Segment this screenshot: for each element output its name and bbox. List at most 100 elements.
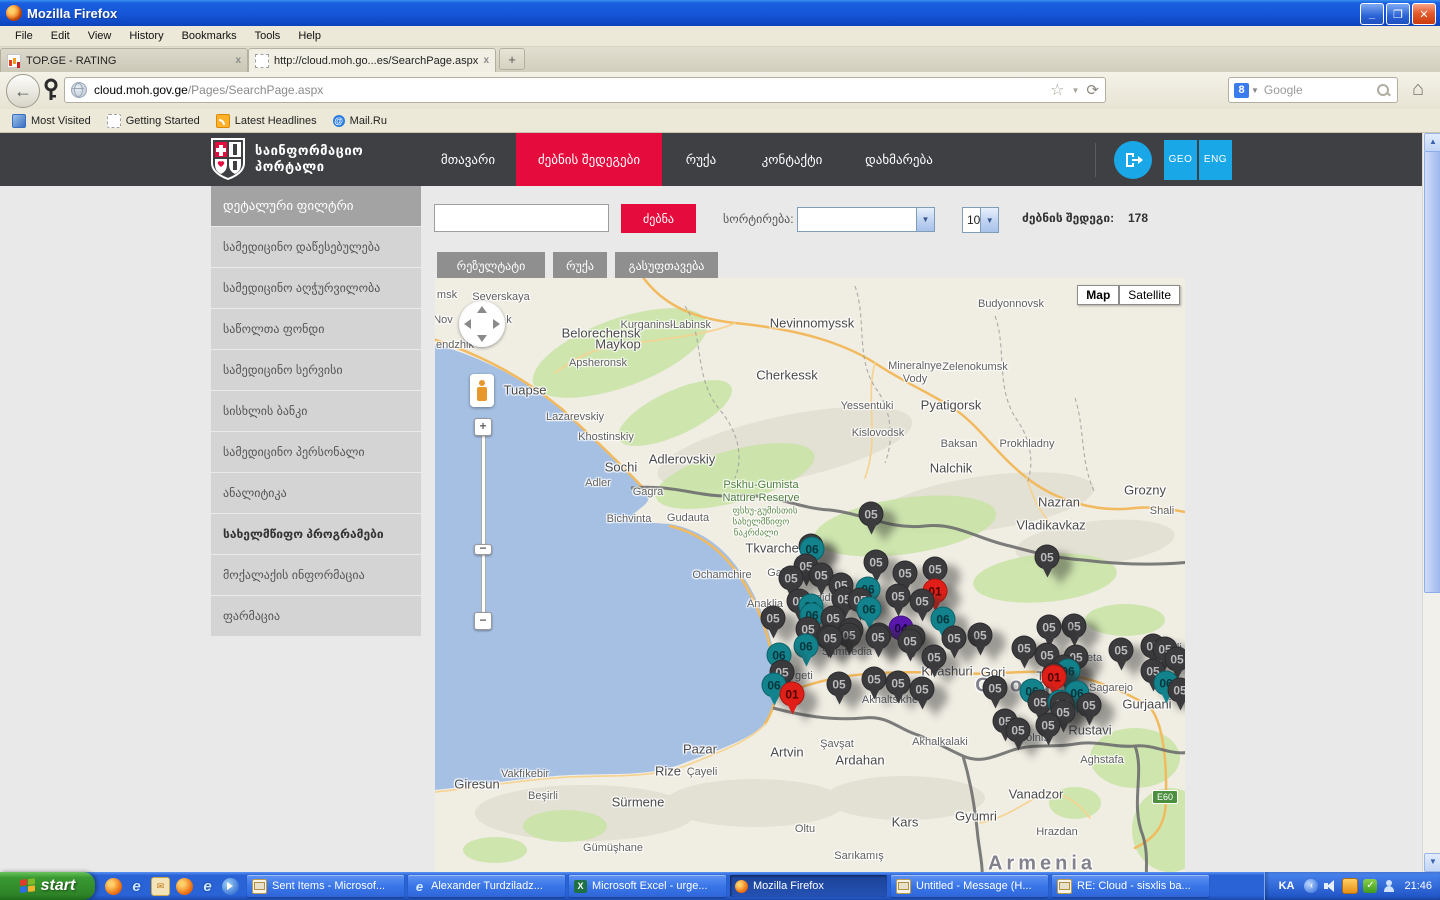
map-pin[interactable]: 05 <box>864 550 889 575</box>
map-pan-control[interactable] <box>459 301 505 347</box>
outlook-quicklaunch-icon[interactable]: ✉ <box>151 877 170 896</box>
pan-down-icon[interactable] <box>477 335 487 342</box>
map-pin[interactable]: 05 <box>1006 718 1031 743</box>
lang-button-eng[interactable]: ENG <box>1199 140 1232 180</box>
tab-close-icon[interactable]: x <box>235 55 241 66</box>
sidebar-item[interactable]: სისხლის ბანკი <box>211 391 421 431</box>
close-button[interactable]: ✕ <box>1412 3 1436 25</box>
map-pin[interactable]: 05 <box>983 676 1008 701</box>
map-pin[interactable]: 05 <box>910 589 935 614</box>
menu-edit[interactable]: Edit <box>42 28 79 44</box>
map-pin[interactable]: 05 <box>818 626 843 651</box>
bookmark-getting-started[interactable]: Getting Started <box>101 112 206 130</box>
map-pin[interactable]: 05 <box>942 626 967 651</box>
map-type-map-button[interactable]: Map <box>1077 285 1119 305</box>
sidebar-item[interactable]: სამედიცინო სერვისი <box>211 350 421 390</box>
reload-icon[interactable]: ⟳ <box>1086 81 1099 99</box>
map-zoom-slider[interactable]: + − − <box>474 418 490 628</box>
sidebar-item[interactable]: ფარმაცია <box>211 596 421 636</box>
map-pin[interactable]: 05 <box>886 584 911 609</box>
nav-item-link[interactable]: რუქა <box>662 133 740 186</box>
zoom-in-button[interactable]: + <box>474 418 492 436</box>
scroll-up-icon[interactable]: ▲ <box>1424 133 1440 152</box>
map-pin[interactable]: 06 <box>857 597 882 622</box>
taskbar-task[interactable]: Untitled - Message (H... <box>891 875 1048 897</box>
vol-tray-icon[interactable] <box>1323 879 1337 893</box>
action-button-რუქა[interactable]: რუქა <box>553 252 607 279</box>
wmp-quicklaunch-icon[interactable] <box>222 878 239 895</box>
sidebar-item[interactable]: დეტალური ფილტრი <box>211 186 421 226</box>
scroll-down-icon[interactable]: ▼ <box>1424 853 1440 872</box>
site-logo[interactable]: საინფორმაციო პორტალი <box>211 138 363 180</box>
map-pin[interactable]: 01 <box>1042 665 1067 690</box>
menu-tools[interactable]: Tools <box>246 28 290 44</box>
menu-file[interactable]: File <box>6 28 42 44</box>
firefox-quicklaunch-icon[interactable] <box>176 878 193 895</box>
map-type-satellite-button[interactable]: Satellite <box>1119 285 1180 305</box>
map-pin[interactable]: 01 <box>780 682 805 707</box>
taskbar-task[interactable]: RE: Cloud - sisxlis ba... <box>1052 875 1209 897</box>
search-button[interactable]: ძებნა <box>621 204 696 233</box>
page-size-select[interactable]: 10▼ <box>962 207 999 233</box>
map-pin[interactable]: 05 <box>968 623 993 648</box>
map-pin[interactable]: 05 <box>761 606 786 631</box>
lang-button-geo[interactable]: GEO <box>1164 140 1197 180</box>
search-box-placeholder[interactable]: Google <box>1264 83 1377 97</box>
bookmark-mail-ru[interactable]: @Mail.Ru <box>327 113 393 129</box>
tab-close-icon[interactable]: x <box>483 55 489 66</box>
sidebar-item[interactable]: სამედიცინო დაწესებულება <box>211 227 421 267</box>
bookmark-latest-headlines[interactable]: Latest Headlines <box>210 112 323 130</box>
sidebar-item[interactable]: სამედიცინო აღჭურვილობა <box>211 268 421 308</box>
map-pin[interactable]: 05 <box>859 502 884 527</box>
page-size-select-arrow-icon[interactable]: ▼ <box>980 208 998 232</box>
url-dropdown-icon[interactable]: ▼ <box>1072 86 1080 95</box>
action-button-რეზულტატი[interactable]: რეზულტატი <box>437 252 545 279</box>
map-pin[interactable]: 05 <box>862 667 887 692</box>
sidebar-item[interactable]: სახელმწიფო პროგრამები <box>211 514 421 554</box>
ie-quicklaunch-icon[interactable]: e <box>128 878 145 895</box>
sidebar-item[interactable]: ანალიტიკა <box>211 473 421 513</box>
window-titlebar[interactable]: Mozilla Firefox _ ❐ ✕ <box>0 0 1440 26</box>
map-pin[interactable]: 05 <box>866 625 891 650</box>
language-indicator[interactable]: KA <box>1275 878 1299 894</box>
map-pin[interactable]: 05 <box>922 645 947 670</box>
map-pin[interactable]: 05 <box>1165 647 1186 672</box>
map-pin[interactable]: 06 <box>794 634 819 659</box>
nav-tray-icon[interactable]: ‹ <box>1304 879 1318 893</box>
map-pin[interactable]: 05 <box>893 561 918 586</box>
nav-item-link[interactable]: კონტაქტი <box>740 133 844 186</box>
site-identity-globe-icon[interactable] <box>71 82 87 98</box>
taskbar-task[interactable]: eAlexander Turdziladz... <box>408 875 565 897</box>
map-pin[interactable]: 05 <box>1037 615 1062 640</box>
key-icon[interactable] <box>42 78 60 102</box>
map-pin[interactable]: 05 <box>1035 545 1060 570</box>
zoom-out-button[interactable]: − <box>474 612 492 630</box>
zoom-track[interactable] <box>481 426 486 624</box>
nav-item-active[interactable]: ძებნის შედეგები <box>516 133 662 186</box>
minimize-button[interactable]: _ <box>1360 3 1384 25</box>
search-magnifier-icon[interactable] <box>1377 84 1389 96</box>
menu-help[interactable]: Help <box>289 28 330 44</box>
scrollbar-thumb[interactable] <box>1424 151 1440 593</box>
ie-quicklaunch-icon[interactable]: e <box>199 878 216 895</box>
menu-history[interactable]: History <box>120 28 172 44</box>
map-pin[interactable]: 05 <box>910 677 935 702</box>
alarm-tray-icon[interactable] <box>1342 878 1358 894</box>
map-pin[interactable]: 05 <box>898 629 923 654</box>
shield-tray-icon[interactable]: ✓ <box>1363 879 1377 893</box>
tab-2[interactable]: http://cloud.moh.go...es/SearchPage.aspx… <box>248 48 496 72</box>
map-pin[interactable]: 05 <box>779 566 804 591</box>
google-logo-icon[interactable]: 8 <box>1234 83 1249 98</box>
map-pin[interactable]: 05 <box>1036 713 1061 738</box>
person-tray-icon[interactable] <box>1382 879 1396 893</box>
map-pin[interactable]: 05 <box>1109 638 1134 663</box>
pan-right-icon[interactable] <box>493 319 500 329</box>
taskbar-task[interactable]: Sent Items - Microsof... <box>247 875 404 897</box>
restore-button[interactable]: ❐ <box>1386 3 1410 25</box>
sidebar-item[interactable]: საწოლთა ფონდი <box>211 309 421 349</box>
map-pin[interactable]: 05 <box>886 671 911 696</box>
search-engine-dropdown-icon[interactable]: ▼ <box>1251 86 1259 95</box>
taskbar-task[interactable]: Microsoft Excel - urge... <box>569 875 726 897</box>
pan-up-icon[interactable] <box>477 306 487 313</box>
url-bar[interactable]: cloud.moh.gov.ge/Pages/SearchPage.aspx ☆… <box>64 77 1106 103</box>
